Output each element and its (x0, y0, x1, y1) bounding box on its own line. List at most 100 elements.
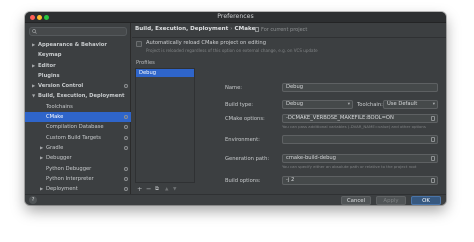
cmake-options-hint: You can pass additional variables (-DVAR… (282, 124, 426, 129)
name-input[interactable]: Debug (282, 83, 438, 92)
sidebar-item-python-debugger[interactable]: Python Debugger (25, 164, 131, 174)
move-down-button[interactable]: ▼ (173, 187, 176, 192)
chevron-right-icon[interactable]: ▶ (32, 61, 35, 71)
chevron-right-icon[interactable]: ▶ (40, 143, 43, 153)
cmake-options-label: CMake options: (225, 116, 265, 122)
environment-input[interactable] (282, 135, 438, 144)
sidebar-item-cmake[interactable]: CMake (25, 112, 131, 123)
move-up-button[interactable]: ▲ (165, 187, 168, 192)
sidebar-item-label: CMake (46, 114, 64, 121)
sidebar-item-label: Plugins (38, 72, 60, 79)
auto-reload-hint: Project is reloaded regardless of this o… (146, 48, 318, 53)
breadcrumb-separator: › (230, 26, 233, 32)
breadcrumb-item: CMake (234, 26, 256, 32)
cmake-options-value: -DCMAKE_VERBOSE_MAKEFILE:BOOL=ON (286, 115, 394, 121)
build-type-value: Debug (286, 101, 304, 107)
add-profile-button[interactable]: + (137, 185, 142, 193)
sidebar-item-python-interpreter[interactable]: Python Interpreter (25, 174, 131, 184)
sidebar-item-plugins[interactable]: Plugins (25, 71, 131, 81)
breadcrumb: Build, Execution, Deployment › CMake (135, 26, 255, 32)
chevron-right-icon[interactable]: ▶ (40, 184, 43, 194)
sidebar-item-custom-build-targets[interactable]: Custom Build Targets (25, 133, 131, 143)
sidebar-item-label: Debugger (46, 155, 72, 162)
window-title: Preferences (217, 13, 254, 20)
sidebar-item-label: Deployment (46, 186, 78, 193)
sidebar-item-version-control[interactable]: ▶ Version Control (25, 81, 131, 91)
sidebar-item-deployment[interactable]: ▶ Deployment (25, 184, 131, 194)
sidebar-item-label: Toolchains (46, 103, 73, 110)
chevron-right-icon[interactable]: ▶ (40, 153, 43, 163)
settings-tree: ▶ Appearance & Behavior Keymap ▶ Editor Plugi… (25, 40, 131, 194)
header-divider (132, 37, 446, 38)
toolchain-label: Toolchain: (357, 102, 383, 108)
ok-button[interactable]: OK (411, 196, 441, 205)
cmake-options-input[interactable]: -DCMAKE_VERBOSE_MAKEFILE:BOOL=ON (282, 114, 438, 123)
sidebar-item-label: Python Debugger (46, 165, 92, 172)
sidebar-item-label: Gradle (46, 144, 64, 151)
sidebar-item-label: Editor (38, 62, 56, 69)
sidebar-item-label: Appearance & Behavior (38, 42, 107, 48)
expand-icon[interactable] (431, 178, 435, 183)
generation-path-hint: You can specify either an absolute path … (282, 164, 417, 169)
build-type-label: Build type: (225, 102, 254, 108)
project-scope-icon (124, 187, 128, 192)
dialog-footer: ? Cancel Apply OK (25, 194, 446, 205)
sidebar-item-debugger[interactable]: ▶ Debugger (25, 153, 131, 163)
build-type-select[interactable]: Debug ▾ (282, 100, 353, 109)
chevron-right-icon[interactable]: ▶ (32, 81, 35, 91)
environment-label: Environment: (225, 137, 260, 143)
project-scope-icon (124, 125, 128, 130)
remove-profile-button[interactable]: − (146, 185, 151, 193)
project-scope-icon (124, 176, 128, 181)
sidebar-item-label: Compilation Database (46, 124, 104, 131)
project-scope-icon (124, 145, 128, 150)
generation-path-input[interactable]: cmake-build-debug (282, 154, 438, 163)
apply-button[interactable]: Apply (376, 196, 406, 205)
build-options-value: -j 2 (286, 177, 295, 183)
copy-profile-button[interactable]: ⧉ (155, 186, 159, 193)
toolchain-value: Use Default (387, 101, 418, 107)
sidebar-item-label: Custom Build Targets (46, 134, 101, 141)
chevron-down-icon: ▾ (347, 102, 350, 107)
sidebar-item-toolchains[interactable]: Toolchains (25, 102, 131, 112)
sidebar-item-build-execution-deployment[interactable]: ▼ Build, Execution, Deployment (25, 91, 131, 101)
chevron-down-icon[interactable]: ▼ (32, 91, 35, 101)
generation-path-label: Generation path: (225, 156, 270, 162)
breadcrumb-item: Build, Execution, Deployment (135, 26, 229, 32)
search-icon (32, 29, 37, 34)
sidebar-item-label: Version Control (38, 83, 84, 90)
sidebar-item-gradle[interactable]: ▶ Gradle (25, 143, 131, 153)
cancel-button[interactable]: Cancel (341, 196, 371, 205)
auto-reload-checkbox[interactable] (136, 41, 142, 47)
chevron-down-icon: ▾ (432, 102, 435, 107)
sidebar-item-compilation-database[interactable]: Compilation Database (25, 122, 131, 132)
document-icon[interactable] (431, 137, 435, 142)
title-bar: Preferences (25, 12, 446, 23)
sidebar-item-appearance-behavior[interactable]: ▶ Appearance & Behavior (25, 40, 131, 50)
name-label: Name: (225, 85, 243, 91)
folder-icon[interactable] (431, 156, 435, 161)
project-scope-icon (124, 166, 128, 171)
project-scope-icon (124, 84, 128, 89)
project-scope-icon (124, 115, 128, 120)
sidebar-item-editor[interactable]: ▶ Editor (25, 61, 131, 71)
preferences-window: Preferences ▶ Appearance & Behavior Keymap… (25, 12, 446, 205)
settings-sidebar: ▶ Appearance & Behavior Keymap ▶ Editor Plugi… (25, 23, 131, 194)
profiles-list: Debug (135, 68, 195, 183)
document-icon (255, 27, 259, 32)
chevron-right-icon[interactable]: ▶ (32, 40, 35, 50)
auto-reload-label[interactable]: Automatically reload CMake project on ed… (146, 40, 266, 46)
build-options-input[interactable]: -j 2 (282, 176, 438, 185)
sidebar-item-label: Python Interpreter (46, 175, 94, 182)
toolchain-select[interactable]: Use Default ▾ (383, 100, 438, 109)
profiles-label: Profiles (136, 60, 155, 66)
project-scope-icon (124, 135, 128, 140)
sidebar-item-label: Keymap (38, 52, 62, 59)
help-button[interactable]: ? (29, 196, 37, 204)
sidebar-item-label: Build, Execution, Deployment (38, 93, 125, 100)
settings-search-input[interactable] (29, 27, 127, 36)
scope-indicator: For current project (255, 27, 307, 33)
sidebar-item-keymap[interactable]: Keymap (25, 50, 131, 60)
profile-item-debug[interactable]: Debug (136, 69, 194, 77)
expand-icon[interactable] (431, 116, 435, 121)
